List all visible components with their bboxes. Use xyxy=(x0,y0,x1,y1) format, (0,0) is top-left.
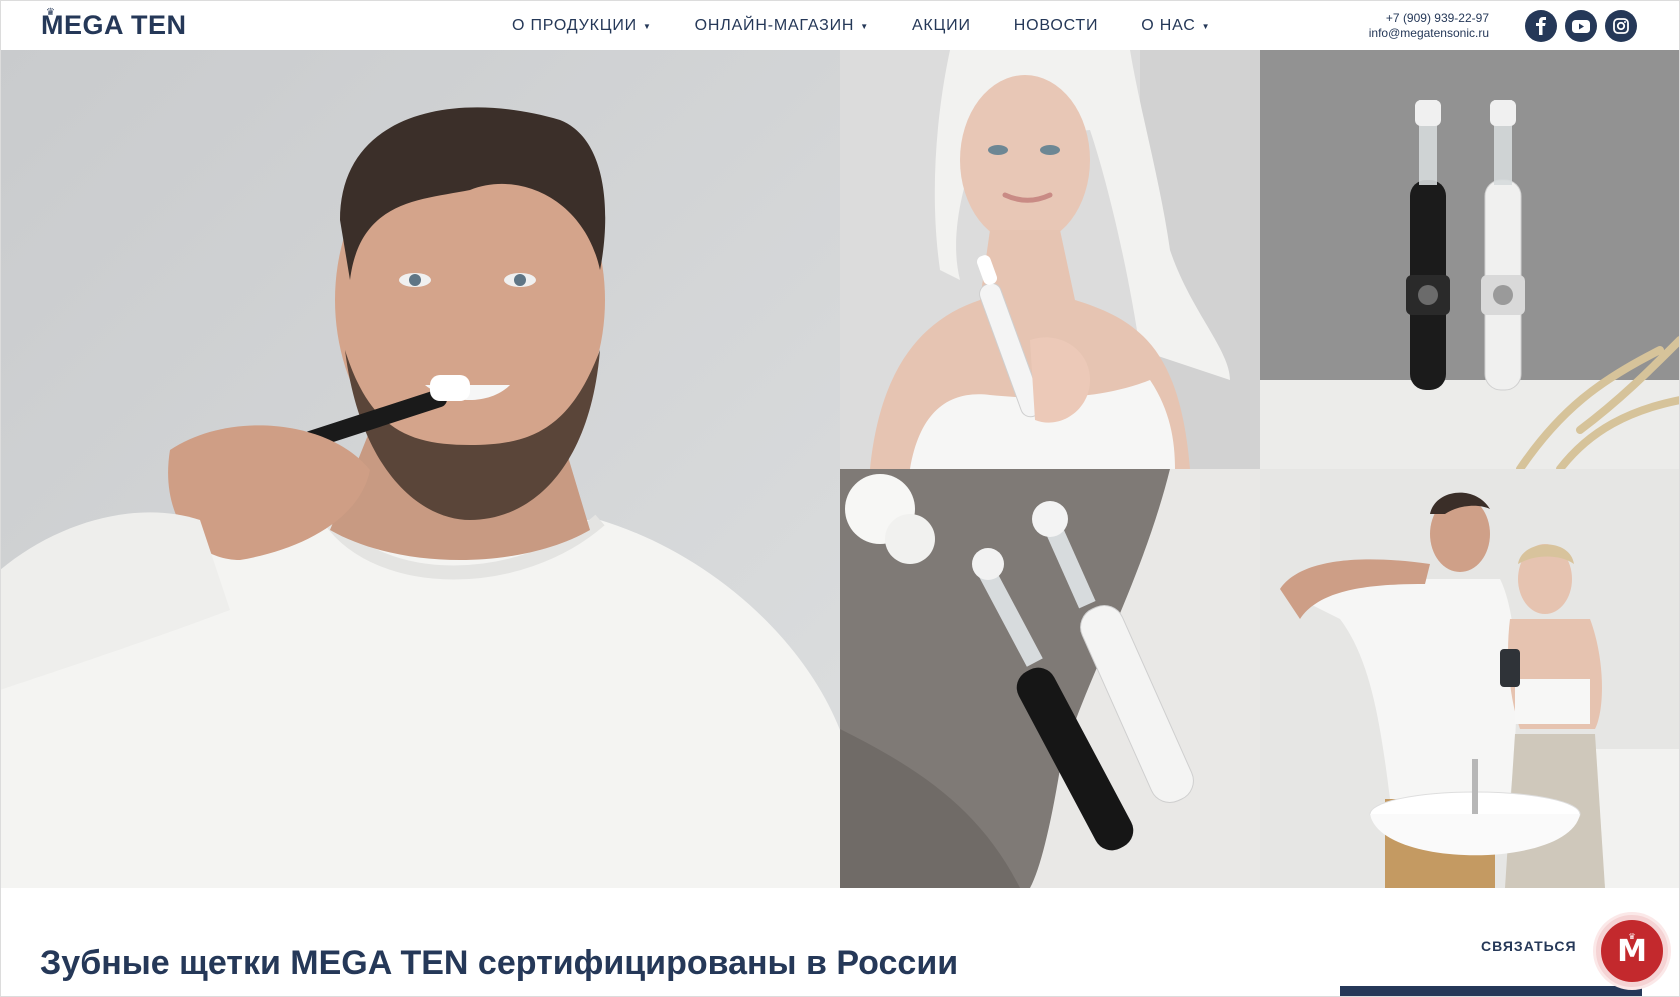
header-contacts: +7 (909) 939-22-97 info@megatensonic.ru xyxy=(1369,11,1489,41)
nav-item-news[interactable]: НОВОСТИ xyxy=(1014,17,1098,35)
photo-toothbrushes-on-towel[interactable] xyxy=(840,469,1260,888)
contact-link[interactable]: СВЯЗАТЬСЯ xyxy=(1481,938,1577,954)
logo-text: MEGA TEN xyxy=(41,9,187,40)
nav-item-label: АКЦИИ xyxy=(911,17,971,34)
phone-link[interactable]: +7 (909) 939-22-97 xyxy=(1369,11,1489,26)
main-nav: О ПРОДУКЦИИ ▼ ОНЛАЙН-МАГАЗИН ▼ АКЦИИ НОВ… xyxy=(512,1,1253,51)
photo-man-brushing-teeth[interactable] xyxy=(0,50,840,888)
nav-item-label: ОНЛАЙН-МАГАЗИН xyxy=(694,17,855,34)
caret-down-icon: ▼ xyxy=(642,21,652,31)
youtube-icon[interactable] xyxy=(1565,10,1597,42)
crown-icon: ♛ xyxy=(1628,932,1636,941)
photo-black-white-toothbrushes[interactable] xyxy=(1260,50,1680,469)
contact-form-bar[interactable] xyxy=(1340,986,1642,997)
nav-item-label: О ПРОДУКЦИИ xyxy=(512,17,637,34)
nav-item-label: НОВОСТИ xyxy=(1013,17,1099,34)
logo[interactable]: ♛ MEGA TEN xyxy=(41,7,187,41)
photo-gallery xyxy=(0,50,1680,888)
page-headline: Зубные щетки MEGA TEN сертифицированы в … xyxy=(40,944,959,982)
nav-item-promotions[interactable]: АКЦИИ xyxy=(912,17,971,35)
email-link[interactable]: info@megatensonic.ru xyxy=(1369,26,1489,41)
logo-crown-icon: ♛ xyxy=(46,7,55,18)
caret-down-icon: ▼ xyxy=(860,21,869,31)
nav-item-label: О НАС xyxy=(1141,17,1196,34)
site-header: ♛ MEGA TEN О ПРОДУКЦИИ ▼ ОНЛАЙН-МАГАЗИН … xyxy=(0,0,1680,50)
nav-item-online-shop[interactable]: ОНЛАЙН-МАГАЗИН ▼ xyxy=(695,17,869,35)
nav-item-products[interactable]: О ПРОДУКЦИИ ▼ xyxy=(512,17,652,35)
chat-button[interactable]: ♛ M xyxy=(1596,915,1668,987)
photo-woman-with-toothbrush[interactable] xyxy=(840,50,1260,469)
nav-item-about[interactable]: О НАС ▼ xyxy=(1141,17,1210,35)
instagram-icon[interactable] xyxy=(1605,10,1637,42)
facebook-icon[interactable] xyxy=(1525,10,1557,42)
social-links xyxy=(1525,10,1645,42)
photo-couple-brushing-teeth[interactable] xyxy=(1260,469,1680,888)
caret-down-icon: ▼ xyxy=(1201,21,1211,31)
